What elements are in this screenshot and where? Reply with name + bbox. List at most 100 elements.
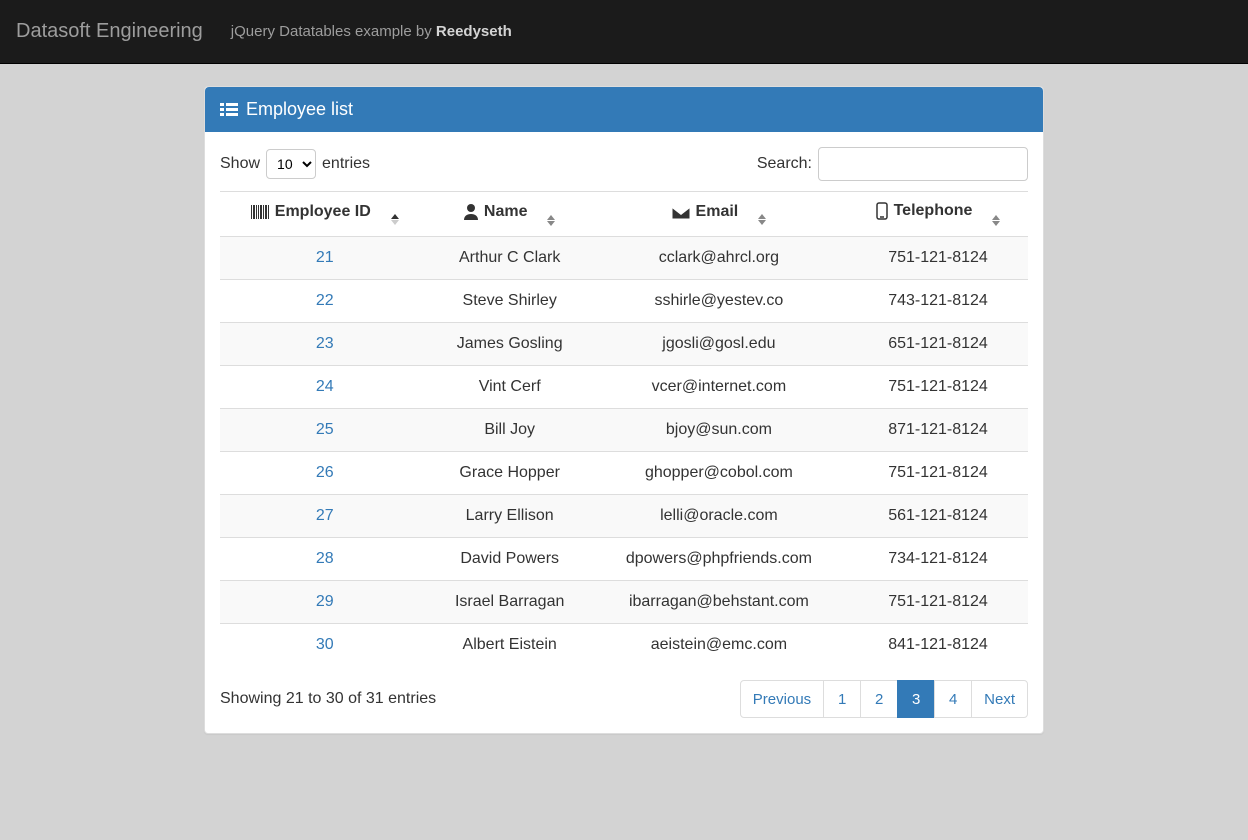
sort-icon (391, 214, 399, 225)
cell-phone: 561-121-8124 (848, 495, 1028, 538)
column-header-telephone[interactable]: Telephone (848, 192, 1028, 237)
employee-table: Employee ID Name Email Telephone 21 Arthur C… (220, 191, 1028, 666)
column-label: Email (696, 203, 739, 221)
navbar-brand[interactable]: Datasoft Engineering (16, 20, 203, 43)
pagination-page-2[interactable]: 2 (860, 680, 898, 718)
column-label: Telephone (894, 202, 973, 220)
cell-phone: 651-121-8124 (848, 323, 1028, 366)
pagination-page-1[interactable]: 1 (823, 680, 861, 718)
table-body: 21Arthur C Clarkcclark@ahrcl.org751-121-… (220, 237, 1028, 667)
cell-phone: 751-121-8124 (848, 237, 1028, 280)
employee-id-link[interactable]: 22 (316, 292, 334, 309)
table-row: 26 Grace Hopperghopper@cobol.com751-121-8… (220, 452, 1028, 495)
table-row: 29 Israel Barraganibarragan@behstant.com7… (220, 581, 1028, 624)
cell-phone: 734-121-8124 (848, 538, 1028, 581)
sort-icon (992, 215, 1000, 226)
pagination-page-3[interactable]: 3 (897, 680, 935, 718)
column-label: Name (484, 203, 528, 221)
cell-id: 29 (220, 581, 430, 624)
cell-email: dpowers@phpfriends.com (590, 538, 848, 581)
employee-id-link[interactable]: 26 (316, 464, 334, 481)
employee-id-link[interactable]: 21 (316, 249, 334, 266)
navbar-subtitle-prefix: jQuery Datatables example by (231, 23, 436, 40)
panel-heading: Employee list (205, 87, 1043, 132)
column-label: Employee ID (275, 203, 371, 221)
length-show-label: Show (220, 155, 260, 173)
cell-id: 30 (220, 624, 430, 667)
cell-email: lelli@oracle.com (590, 495, 848, 538)
cell-name: Steve Shirley (430, 280, 590, 323)
cell-id: 23 (220, 323, 430, 366)
cell-email: ghopper@cobol.com (590, 452, 848, 495)
panel-title: Employee list (246, 99, 353, 120)
cell-name: Albert Eistein (430, 624, 590, 667)
cell-phone: 751-121-8124 (848, 452, 1028, 495)
pagination-next[interactable]: Next (971, 680, 1028, 718)
table-row: 24 Vint Cerfvcer@internet.com751-121-8124 (220, 366, 1028, 409)
cell-id: 28 (220, 538, 430, 581)
cell-id: 26 (220, 452, 430, 495)
cell-email: aeistein@emc.com (590, 624, 848, 667)
employee-id-link[interactable]: 27 (316, 507, 334, 524)
phone-icon (876, 202, 888, 220)
cell-name: Israel Barragan (430, 581, 590, 624)
cell-phone: 743-121-8124 (848, 280, 1028, 323)
employee-id-link[interactable]: 30 (316, 636, 334, 653)
person-icon (464, 204, 478, 220)
table-row: 23 James Goslingjgosli@gosl.edu651-121-81… (220, 323, 1028, 366)
employee-id-link[interactable]: 23 (316, 335, 334, 352)
cell-id: 22 (220, 280, 430, 323)
cell-name: Arthur C Clark (430, 237, 590, 280)
table-header-row: Employee ID Name Email Telephone (220, 192, 1028, 237)
pagination: Previous1234Next (741, 680, 1028, 718)
cell-id: 24 (220, 366, 430, 409)
cell-name: Grace Hopper (430, 452, 590, 495)
cell-phone: 841-121-8124 (848, 624, 1028, 667)
cell-email: jgosli@gosl.edu (590, 323, 848, 366)
cell-id: 27 (220, 495, 430, 538)
cell-id: 25 (220, 409, 430, 452)
column-header-name[interactable]: Name (430, 192, 590, 237)
cell-name: Vint Cerf (430, 366, 590, 409)
pagination-previous[interactable]: Previous (740, 680, 824, 718)
table-row: 25 Bill Joybjoy@sun.com871-121-8124 (220, 409, 1028, 452)
cell-name: James Gosling (430, 323, 590, 366)
search-input[interactable] (818, 147, 1028, 181)
envelope-icon (672, 206, 690, 219)
navbar-subtitle: jQuery Datatables example by Reedyseth (231, 23, 512, 40)
cell-email: vcer@internet.com (590, 366, 848, 409)
table-row: 28 David Powersdpowers@phpfriends.com734-… (220, 538, 1028, 581)
sort-icon (547, 215, 555, 226)
employee-id-link[interactable]: 29 (316, 593, 334, 610)
table-row: 21 Arthur C Clarkcclark@ahrcl.org751-121-… (220, 237, 1028, 280)
length-select[interactable]: 10 (266, 149, 316, 179)
cell-email: sshirle@yestev.co (590, 280, 848, 323)
cell-phone: 871-121-8124 (848, 409, 1028, 452)
pagination-page-4[interactable]: 4 (934, 680, 972, 718)
employee-panel: Employee list Show 10 entries Search: (204, 86, 1044, 734)
navbar: Datasoft Engineering jQuery Datatables e… (0, 0, 1248, 64)
employee-id-link[interactable]: 25 (316, 421, 334, 438)
table-row: 30 Albert Eisteinaeistein@emc.com841-121-… (220, 624, 1028, 667)
sort-icon (758, 214, 766, 225)
search-control: Search: (757, 147, 1028, 181)
cell-email: cclark@ahrcl.org (590, 237, 848, 280)
cell-name: Larry Ellison (430, 495, 590, 538)
cell-email: ibarragan@behstant.com (590, 581, 848, 624)
table-info: Showing 21 to 30 of 31 entries (220, 690, 436, 708)
cell-name: David Powers (430, 538, 590, 581)
cell-phone: 751-121-8124 (848, 366, 1028, 409)
list-icon (220, 102, 238, 118)
cell-name: Bill Joy (430, 409, 590, 452)
column-header-employee-id[interactable]: Employee ID (220, 192, 430, 237)
cell-phone: 751-121-8124 (848, 581, 1028, 624)
search-label: Search: (757, 155, 812, 173)
table-row: 22 Steve Shirleysshirle@yestev.co743-121-… (220, 280, 1028, 323)
cell-id: 21 (220, 237, 430, 280)
employee-id-link[interactable]: 28 (316, 550, 334, 567)
employee-id-link[interactable]: 24 (316, 378, 334, 395)
cell-email: bjoy@sun.com (590, 409, 848, 452)
length-control: Show 10 entries (220, 149, 370, 179)
column-header-email[interactable]: Email (590, 192, 848, 237)
barcode-icon (251, 205, 269, 219)
